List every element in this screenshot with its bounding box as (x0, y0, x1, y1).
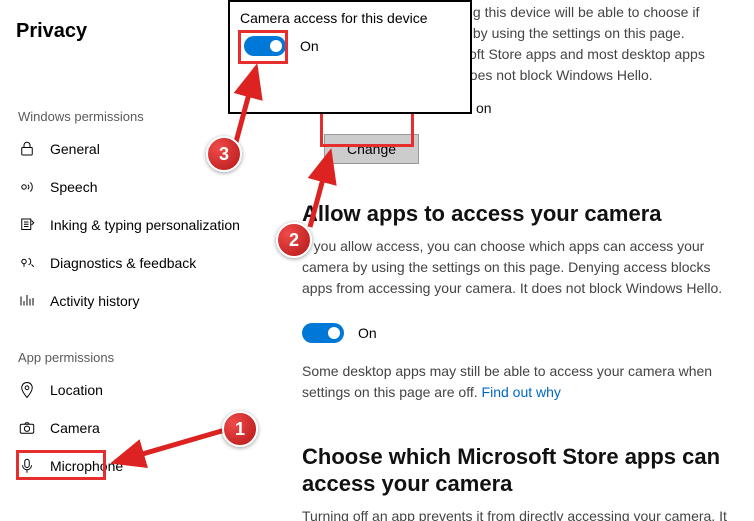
sidebar-item-label: Activity history (50, 293, 139, 309)
sidebar-item-label: Speech (50, 179, 97, 195)
sidebar-item-label: Microphone (50, 458, 123, 474)
camera-access-popup: Camera access for this device On (228, 0, 472, 114)
microphone-icon (18, 457, 36, 475)
sidebar-item-location[interactable]: Location (8, 371, 288, 409)
find-out-why-link[interactable]: Find out why (482, 384, 561, 400)
device-camera-toggle[interactable] (244, 36, 286, 56)
inking-icon (18, 216, 36, 234)
sidebar-item-label: Location (50, 382, 103, 398)
desktop-apps-note: Some desktop apps may still be able to a… (302, 361, 734, 403)
section-header-app-permissions: App permissions (8, 344, 288, 371)
diagnostics-icon (18, 254, 36, 272)
activity-icon (18, 292, 36, 310)
allow-apps-description: If you allow access, you can choose whic… (302, 236, 734, 299)
sidebar-item-speech[interactable]: Speech (8, 168, 288, 206)
change-button[interactable]: Change (324, 134, 419, 164)
allow-apps-toggle[interactable] (302, 323, 344, 343)
lock-icon (18, 140, 36, 158)
device-camera-toggle-label: On (300, 38, 319, 54)
sidebar-item-inking[interactable]: Inking & typing personalization (8, 206, 288, 244)
popup-title: Camera access for this device (240, 10, 460, 26)
location-icon (18, 381, 36, 399)
choose-apps-description: Turning off an app prevents it from dire… (302, 506, 734, 521)
section-title-allow-apps: Allow apps to access your camera (302, 200, 734, 228)
sidebar-item-diagnostics[interactable]: Diagnostics & feedback (8, 244, 288, 282)
sidebar-item-label: Camera (50, 420, 100, 436)
sidebar-item-label: Inking & typing personalization (50, 217, 240, 233)
sidebar-item-activity[interactable]: Activity history (8, 282, 288, 320)
sidebar-item-label: Diagnostics & feedback (50, 255, 196, 271)
speech-icon (18, 178, 36, 196)
sidebar-item-camera[interactable]: Camera (8, 409, 288, 447)
section-title-choose-apps: Choose which Microsoft Store apps can ac… (302, 443, 734, 498)
sidebar-item-general[interactable]: General (8, 130, 288, 168)
allow-apps-toggle-label: On (358, 325, 377, 341)
sidebar-item-microphone[interactable]: Microphone (8, 447, 288, 485)
camera-icon (18, 419, 36, 437)
sidebar-item-label: General (50, 141, 100, 157)
